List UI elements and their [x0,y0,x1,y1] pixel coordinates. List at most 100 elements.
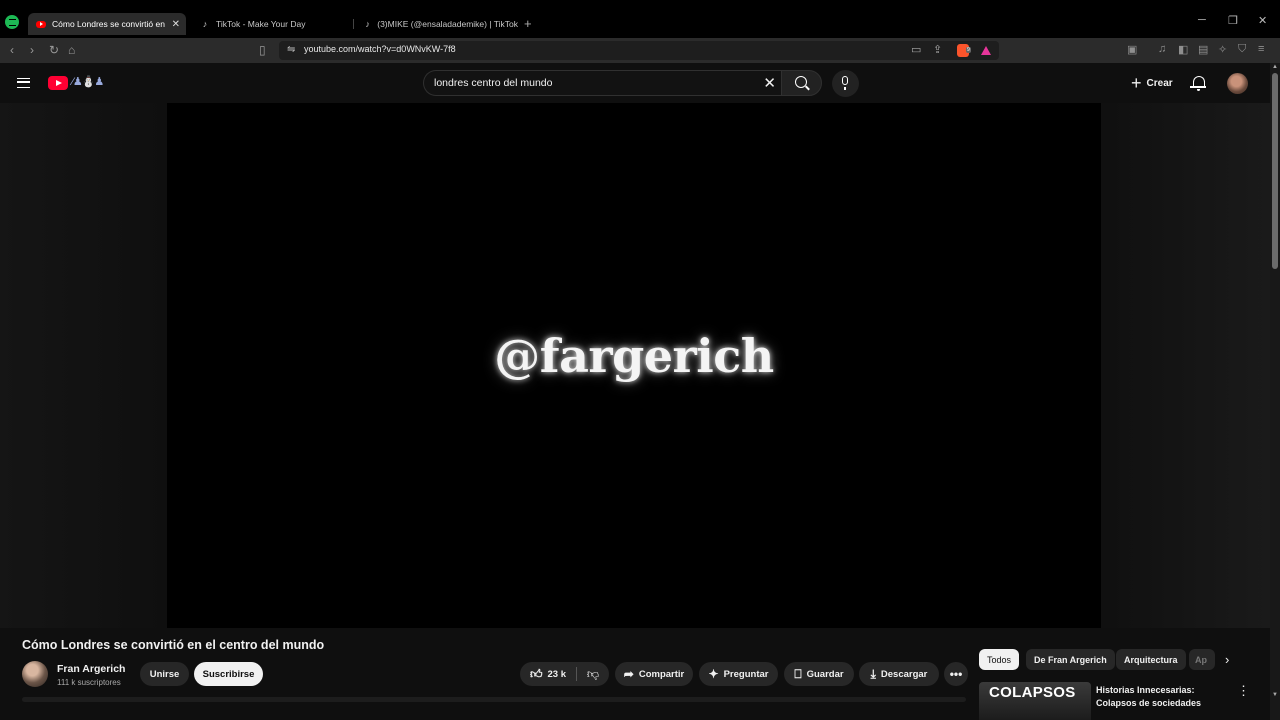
new-tab-icon[interactable]: + [524,16,532,31]
site-settings-icon[interactable]: ⇋ [287,44,295,55]
dislike-button[interactable]: 👎︎ [577,662,609,686]
sparkle-icon: ✦ [708,667,719,681]
like-count: 23 k [547,668,567,680]
tiktok-favicon-icon: ♪ [365,19,370,29]
chip-label: Ap [1195,654,1207,665]
bookmark-icon[interactable]: ▯ [259,43,266,57]
search-button[interactable] [781,70,822,96]
search-icon [795,76,807,88]
share-page-icon[interactable]: ⇪ [933,43,942,56]
search-input[interactable]: londres centro del mundo ✕ [423,70,782,96]
clear-search-icon[interactable]: ✕ [763,74,776,92]
video-frame-text: @fargerich [494,329,774,383]
shields-count-badge: 9 [966,47,971,53]
browser-tab-title: (3)MIKE (@ensaladademike) | TikTok [377,19,518,29]
youtube-header: ⁄♟⛄♟ londres centro del mundo ✕ + Crear [0,63,1270,103]
share-arrow-icon: ➦ [623,667,634,681]
ask-button[interactable]: ✦ Preguntar [699,662,778,686]
forward-icon[interactable]: › [30,43,34,57]
vpn-shield-icon[interactable]: ⛉ [1238,43,1246,56]
browser-menu-icon[interactable] [5,15,19,29]
chip-label: Todos [987,654,1012,665]
guide-menu-icon[interactable] [17,78,30,88]
youtube-doodle-icon[interactable]: ⁄♟⛄♟ [72,75,104,88]
thumbs-down-icon: 👎︎ [586,667,600,681]
more-horizontal-icon: ••• [949,667,963,681]
description-box-edge [22,697,966,702]
wallet-card-icon[interactable]: ▤ [1198,43,1208,56]
share-label: Compartir [638,668,685,680]
chip-channel[interactable]: De Fran Argerich [1026,649,1115,670]
thumbs-up-icon: 👍︎ [529,667,543,681]
video-player[interactable]: @fargerich [167,103,1101,628]
plus-icon: + [1131,73,1142,93]
subscribe-button[interactable]: Suscribirse [194,662,263,686]
browser-menu-hamburger-icon[interactable]: ≡ [1258,43,1264,55]
chevron-right-icon[interactable]: › [1225,652,1229,667]
create-button[interactable]: + Crear [1123,71,1181,95]
download-button[interactable]: ⤓ Descargar [859,662,939,686]
back-icon[interactable]: ‹ [10,43,14,57]
subscribe-label: Suscribirse [202,668,255,680]
page-scrollbar[interactable]: ▲ ▼ [1270,63,1280,720]
notifications-bell-icon[interactable] [1190,76,1206,91]
like-button[interactable]: 👍︎ 23 k [520,662,576,686]
create-label: Crear [1146,77,1173,89]
download-label: Descargar [880,668,928,680]
browser-tab-tiktok-profile[interactable]: ♪ (3)MIKE (@ensaladademike) | TikTok [356,13,518,35]
join-label: Unirse [149,668,180,680]
music-icon[interactable]: ♫ [1158,43,1166,55]
leo-ai-icon[interactable]: ✧ [1218,43,1227,56]
chip-todos[interactable]: Todos [979,649,1020,670]
tiktok-favicon-icon: ♪ [202,19,208,29]
channel-name[interactable]: Fran Argerich [57,663,125,675]
chip-clipped[interactable]: Ap [1189,649,1215,670]
url-text: youtube.com/watch?v=d0WNvKW-7f8 [304,44,456,54]
subscriber-count: 111 k suscriptores [57,678,121,687]
browser-tab-tiktok[interactable]: ♪ TikTok - Make Your Day [192,13,352,35]
ask-label: Preguntar [723,668,769,680]
thumbnail-text: COLAPSOS [989,684,1076,701]
browser-tab-bar: Cómo Londres se convirtió en el ✕ ♪ TikT… [0,0,1280,38]
browser-tab-youtube[interactable]: Cómo Londres se convirtió en el ✕ [28,13,186,35]
related-video-thumbnail[interactable]: COLAPSOS [979,682,1091,720]
channel-avatar[interactable] [22,661,48,687]
minimize-icon[interactable]: ─ [1198,14,1206,26]
restore-icon[interactable]: ❐ [1228,14,1238,27]
chip-arquitectura[interactable]: Arquitectura [1116,649,1186,670]
home-icon[interactable]: ⌂ [68,43,75,57]
related-video-title[interactable]: Historias Innecesarias: Colapsos de soci… [1096,684,1226,710]
save-button[interactable]: ⎕ Guardar [784,662,854,686]
share-button[interactable]: ➦ Compartir [615,662,693,686]
video-title: Cómo Londres se convirtió en el centro d… [22,638,325,652]
close-tab-icon[interactable]: ✕ [172,19,180,30]
youtube-logo-icon[interactable] [48,76,68,90]
browser-tab-title: Cómo Londres se convirtió en el [52,19,167,29]
voice-search-button[interactable] [832,70,859,97]
reload-icon[interactable]: ↻ [49,43,59,57]
browser-toolbar: ‹ › ↻ ⌂ ▯ ⇋ youtube.com/watch?v=d0WNvKW-… [0,38,1280,63]
join-button[interactable]: Unirse [140,662,189,686]
chip-label: De Fran Argerich [1034,654,1107,665]
save-label: Guardar [806,668,844,680]
bookmark-save-icon: ⎕ [794,667,802,681]
microphone-icon [842,76,848,90]
more-vertical-icon[interactable]: ⋮ [1237,683,1250,699]
account-avatar[interactable] [1227,73,1248,94]
scroll-down-arrow-icon[interactable]: ▼ [1272,692,1278,698]
brave-rewards-icon[interactable] [981,46,991,55]
scrollbar-thumb[interactable] [1272,73,1278,269]
scroll-up-arrow-icon[interactable]: ▲ [1272,64,1278,70]
youtube-favicon-icon [36,20,46,28]
download-icon: ⤓ [870,667,876,681]
chip-label: Arquitectura [1124,654,1178,665]
wallet-icon[interactable]: ▣ [1127,43,1137,56]
more-actions-button[interactable]: ••• [944,662,968,686]
tab-separator [353,19,354,29]
sidebar-icon[interactable]: ◧ [1178,43,1188,56]
browser-tab-title: TikTok - Make Your Day [216,19,306,29]
search-query-text: londres centro del mundo [434,77,553,89]
address-bar[interactable]: ⇋ youtube.com/watch?v=d0WNvKW-7f8 ▭ ⇪ 9 [279,41,999,60]
cast-icon[interactable]: ▭ [911,43,921,56]
close-window-icon[interactable]: ✕ [1258,14,1267,27]
